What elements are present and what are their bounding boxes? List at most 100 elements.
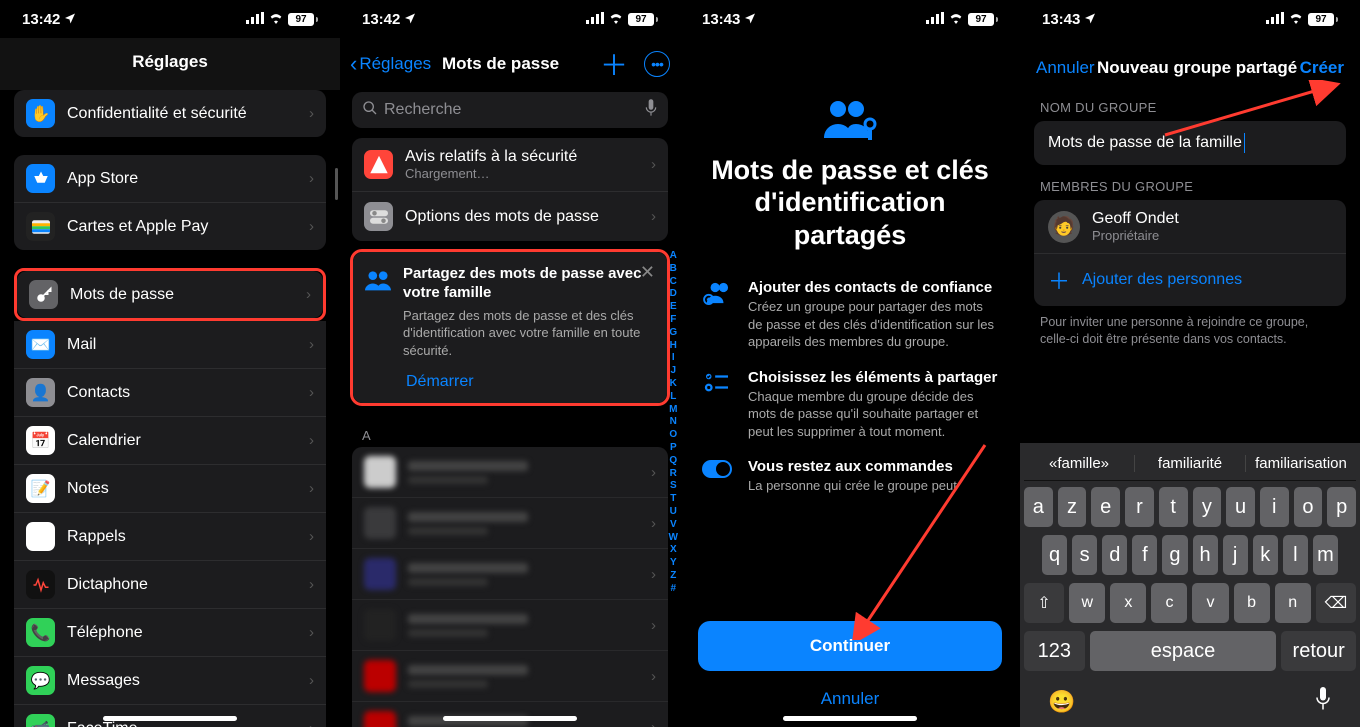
key-d[interactable]: d bbox=[1102, 535, 1127, 575]
home-indicator[interactable] bbox=[103, 716, 237, 721]
row-reminders[interactable]: ⊙ Rappels › bbox=[14, 513, 326, 561]
key-u[interactable]: u bbox=[1226, 487, 1255, 527]
row-notes[interactable]: 📝 Notes › bbox=[14, 465, 326, 513]
alpha-index[interactable]: ABCDEFGHIJKLMNOPQRSTUVWXYZ# bbox=[669, 250, 678, 596]
home-indicator[interactable] bbox=[443, 716, 577, 721]
home-indicator[interactable] bbox=[783, 716, 917, 721]
backspace-key[interactable]: ⌫ bbox=[1316, 583, 1356, 623]
status-time: 13:43 bbox=[702, 11, 740, 28]
key-a[interactable]: a bbox=[1024, 487, 1053, 527]
return-key[interactable]: retour bbox=[1281, 631, 1356, 671]
promo-start-button[interactable]: Démarrer bbox=[406, 373, 655, 391]
row-wallet[interactable]: Cartes et Apple Pay › bbox=[14, 203, 326, 250]
row-messages[interactable]: 💬 Messages › bbox=[14, 657, 326, 705]
row-calendar[interactable]: 📅 Calendrier › bbox=[14, 417, 326, 465]
key-x[interactable]: x bbox=[1110, 583, 1146, 623]
scrollbar[interactable] bbox=[335, 168, 338, 200]
row-mail[interactable]: ✉️ Mail › bbox=[14, 321, 326, 369]
row-privacy[interactable]: ✋ Confidentialité et sécurité › bbox=[14, 90, 326, 137]
key-b[interactable]: b bbox=[1234, 583, 1270, 623]
chevron-right-icon: › bbox=[309, 528, 314, 545]
key-r[interactable]: r bbox=[1125, 487, 1154, 527]
calendar-icon: 📅 bbox=[26, 426, 55, 455]
list-item[interactable]: › bbox=[352, 498, 668, 549]
key-q[interactable]: q bbox=[1042, 535, 1067, 575]
key-g[interactable]: g bbox=[1162, 535, 1187, 575]
cancel-button[interactable]: Annuler bbox=[680, 689, 1020, 709]
key-o[interactable]: o bbox=[1294, 487, 1323, 527]
plus-icon: ＋ bbox=[1048, 264, 1068, 296]
row-appstore[interactable]: App Store › bbox=[14, 155, 326, 203]
mail-icon: ✉️ bbox=[26, 330, 55, 359]
chevron-right-icon: › bbox=[309, 720, 314, 727]
dictation-key[interactable] bbox=[1314, 687, 1332, 717]
wallet-icon bbox=[26, 212, 55, 241]
battery-icon: 97 bbox=[1308, 13, 1338, 26]
member-row[interactable]: 🧑 Geoff Ondet Propriétaire bbox=[1034, 200, 1346, 254]
hand-icon: ✋ bbox=[26, 99, 55, 128]
row-security-notice[interactable]: Avis relatifs à la sécurité Chargement… … bbox=[352, 138, 668, 192]
checklist-icon bbox=[700, 371, 734, 441]
keyboard-suggestions[interactable]: «famille» familiarité familiarisation bbox=[1024, 449, 1356, 481]
close-icon[interactable]: ✕ bbox=[640, 262, 655, 283]
key-f[interactable]: f bbox=[1132, 535, 1157, 575]
list-item[interactable]: › bbox=[352, 447, 668, 498]
row-voicememo[interactable]: Dictaphone › bbox=[14, 561, 326, 609]
contacts-icon: 👤 bbox=[26, 378, 55, 407]
avatar: 🧑 bbox=[1048, 211, 1080, 243]
key-v[interactable]: v bbox=[1192, 583, 1228, 623]
key-n[interactable]: n bbox=[1275, 583, 1311, 623]
emoji-key[interactable]: 😀 bbox=[1048, 689, 1075, 715]
wifi-icon bbox=[948, 11, 964, 28]
row-contacts[interactable]: 👤 Contacts › bbox=[14, 369, 326, 417]
key-i[interactable]: i bbox=[1260, 487, 1289, 527]
chevron-right-icon: › bbox=[309, 105, 314, 122]
continue-button[interactable]: Continuer bbox=[698, 621, 1002, 671]
search-input[interactable]: Recherche bbox=[352, 92, 668, 128]
chevron-right-icon: › bbox=[309, 384, 314, 401]
list-item[interactable]: › bbox=[352, 702, 668, 727]
key-c[interactable]: c bbox=[1151, 583, 1187, 623]
key-z[interactable]: z bbox=[1058, 487, 1087, 527]
key-p[interactable]: p bbox=[1327, 487, 1356, 527]
keyboard[interactable]: «famille» familiarité familiarisation az… bbox=[1020, 443, 1360, 727]
key-h[interactable]: h bbox=[1193, 535, 1218, 575]
reminders-icon: ⊙ bbox=[26, 522, 55, 551]
create-button[interactable]: Créer bbox=[1300, 58, 1344, 78]
people-key-icon bbox=[700, 98, 1000, 142]
key-s[interactable]: s bbox=[1072, 535, 1097, 575]
list-item[interactable]: › bbox=[352, 651, 668, 702]
key-e[interactable]: e bbox=[1091, 487, 1120, 527]
suggestion[interactable]: familiarité bbox=[1135, 455, 1246, 472]
row-phone[interactable]: 📞 Téléphone › bbox=[14, 609, 326, 657]
numbers-key[interactable]: 123 bbox=[1024, 631, 1085, 671]
key-m[interactable]: m bbox=[1313, 535, 1338, 575]
mic-icon[interactable] bbox=[644, 99, 658, 122]
suggestion[interactable]: «famille» bbox=[1024, 455, 1135, 472]
key-k[interactable]: k bbox=[1253, 535, 1278, 575]
suggestion[interactable]: familiarisation bbox=[1246, 455, 1356, 472]
key-t[interactable]: t bbox=[1159, 487, 1188, 527]
row-password-options[interactable]: Options des mots de passe › bbox=[352, 192, 668, 241]
list-item[interactable]: › bbox=[352, 600, 668, 651]
group-name-input[interactable]: Mots de passe de la famille bbox=[1034, 121, 1346, 165]
add-people-button[interactable]: ＋ Ajouter des personnes bbox=[1034, 254, 1346, 306]
more-button[interactable]: ••• bbox=[644, 51, 670, 77]
add-button[interactable]: ＋ bbox=[600, 44, 628, 84]
feature-in-control: Vous restez aux commandesLa personne qui… bbox=[700, 458, 1000, 495]
shift-key[interactable]: ⇧ bbox=[1024, 583, 1064, 623]
key-w[interactable]: w bbox=[1069, 583, 1105, 623]
row-passwords[interactable]: Mots de passe › bbox=[17, 271, 323, 318]
cancel-button[interactable]: Annuler bbox=[1036, 58, 1095, 78]
key-j[interactable]: j bbox=[1223, 535, 1248, 575]
battery-icon: 97 bbox=[628, 13, 658, 26]
signal-icon bbox=[1266, 11, 1284, 28]
battery-icon: 97 bbox=[968, 13, 998, 26]
list-item[interactable]: › bbox=[352, 549, 668, 600]
key-y[interactable]: y bbox=[1193, 487, 1222, 527]
space-key[interactable]: espace bbox=[1090, 631, 1277, 671]
warning-icon bbox=[364, 150, 393, 179]
nav-bar: Annuler Nouveau groupe partagé Créer bbox=[1020, 38, 1360, 86]
helper-text: Pour inviter une personne à rejoindre ce… bbox=[1040, 314, 1340, 348]
key-l[interactable]: l bbox=[1283, 535, 1308, 575]
